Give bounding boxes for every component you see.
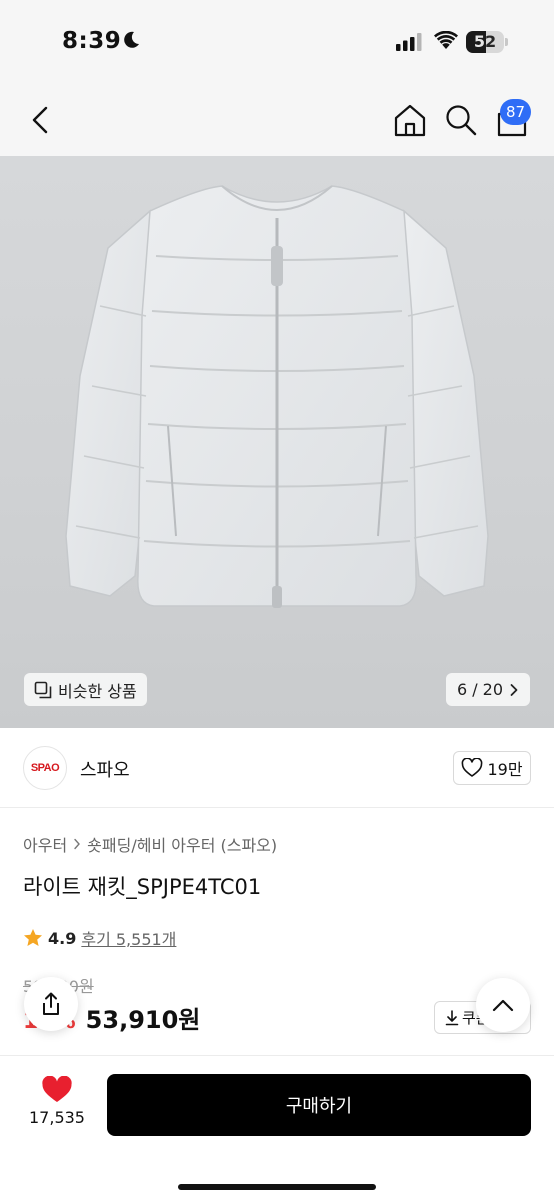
chevron-up-icon	[492, 999, 514, 1012]
star-icon	[24, 929, 42, 946]
brand-like-count: 19만	[487, 760, 523, 779]
brand-name[interactable]: 스파오	[80, 756, 130, 782]
bottom-action-bar: 17,535 구매하기	[0, 1055, 554, 1200]
brand-logo-text: SPAO	[30, 762, 60, 774]
scroll-to-top-button[interactable]	[476, 978, 530, 1032]
brand-like-button[interactable]: 19만	[453, 751, 531, 785]
status-time: 8:39	[62, 28, 122, 54]
chevron-right-icon	[74, 838, 81, 850]
wishlist-button[interactable]: 17,535	[20, 1076, 94, 1127]
product-title: 라이트 재킷_SPJPE4TC01	[23, 875, 262, 899]
share-button[interactable]	[24, 977, 78, 1031]
brand-logo[interactable]: SPAO	[23, 746, 67, 790]
product-image-gallery[interactable]	[0, 156, 554, 728]
top-nav-bar	[0, 84, 554, 156]
moon-icon	[124, 31, 139, 48]
rating-score: 4.9	[48, 928, 77, 948]
buy-button[interactable]: 구매하기	[107, 1074, 531, 1136]
breadcrumb-item[interactable]: 숏패딩/헤비 아우터 (스파오)	[87, 832, 277, 856]
battery-icon: 52	[466, 31, 508, 53]
breadcrumb-item[interactable]: 아우터	[23, 832, 67, 856]
breadcrumb: 아우터 숏패딩/헤비 아우터 (스파오)	[23, 832, 277, 856]
heart-outline-icon	[462, 758, 483, 777]
rating-row: 4.9 후기 5,551개	[23, 926, 176, 950]
cellular-signal-icon	[396, 33, 422, 51]
brand-row: SPAO 스파오 19만	[0, 728, 554, 808]
download-icon	[445, 1009, 459, 1025]
review-count-link[interactable]: 후기 5,551개	[81, 926, 176, 950]
image-counter[interactable]: 6 / 20	[446, 673, 530, 706]
battery-level-text: 52	[473, 32, 497, 51]
status-bar: 8:39 52	[0, 0, 554, 84]
cart-count-badge: 87	[500, 99, 532, 125]
sale-price: 53,910원	[85, 1006, 201, 1034]
home-icon[interactable]	[392, 102, 428, 138]
wishlist-count: 17,535	[29, 1108, 85, 1127]
home-indicator	[178, 1184, 376, 1190]
image-counter-text: 6 / 20	[456, 680, 504, 699]
heart-filled-icon	[42, 1076, 72, 1102]
wifi-icon	[434, 31, 458, 49]
share-icon	[43, 992, 59, 1015]
similar-products-button[interactable]: 비슷한 상품	[24, 673, 147, 706]
search-icon[interactable]	[443, 102, 479, 138]
back-arrow-icon[interactable]	[26, 102, 56, 138]
product-image	[65, 185, 489, 608]
chevron-right-icon	[510, 683, 518, 696]
buy-button-label: 구매하기	[285, 1096, 353, 1117]
similar-products-icon	[34, 681, 52, 698]
similar-products-label: 비슷한 상품	[58, 681, 137, 701]
